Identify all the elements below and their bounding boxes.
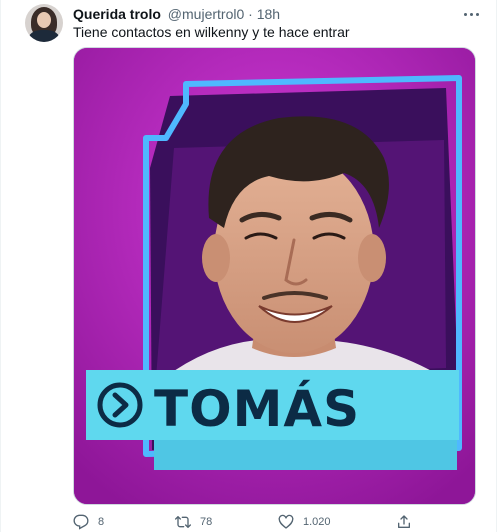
share-button[interactable] [396, 512, 412, 532]
like-count: 1.020 [303, 516, 331, 528]
reply-count: 8 [98, 516, 105, 528]
avatar-face [37, 12, 51, 28]
share-icon [398, 515, 410, 528]
name-bar-sub [154, 440, 457, 470]
author-display-name[interactable]: Querida trolo [73, 6, 161, 22]
contestant-name: TOMÁS [154, 379, 360, 438]
contestant-card: TOMÁS [74, 48, 475, 504]
retweet-count: 78 [200, 516, 213, 528]
retweet-button[interactable]: 78 [175, 512, 212, 532]
heart-icon [278, 514, 294, 529]
more-options-icon[interactable] [457, 0, 485, 28]
avatar[interactable] [25, 4, 63, 42]
tweet-media-image[interactable]: TOMÁS [73, 47, 476, 505]
retweet-icon [175, 516, 191, 528]
tweet[interactable]: Querida trolo @mujertrol0 · 18h Tiene co… [0, 0, 497, 532]
separator-dot: · [248, 6, 253, 22]
tweet-text: Tiene contactos en wilkenny y te hace en… [73, 24, 350, 40]
tweet-actions: 8 78 1.020 [73, 512, 413, 532]
like-button[interactable]: 1.020 [278, 512, 331, 532]
reply-button[interactable]: 8 [73, 512, 104, 532]
avatar-shirt [29, 30, 59, 42]
tweet-header: Querida trolo @mujertrol0 · 18h [73, 5, 280, 23]
left-ear [202, 234, 230, 282]
reply-icon [73, 514, 89, 530]
tweet-timestamp[interactable]: 18h [257, 6, 280, 22]
author-handle[interactable]: @mujertrol0 [168, 6, 244, 22]
right-ear [358, 234, 386, 282]
